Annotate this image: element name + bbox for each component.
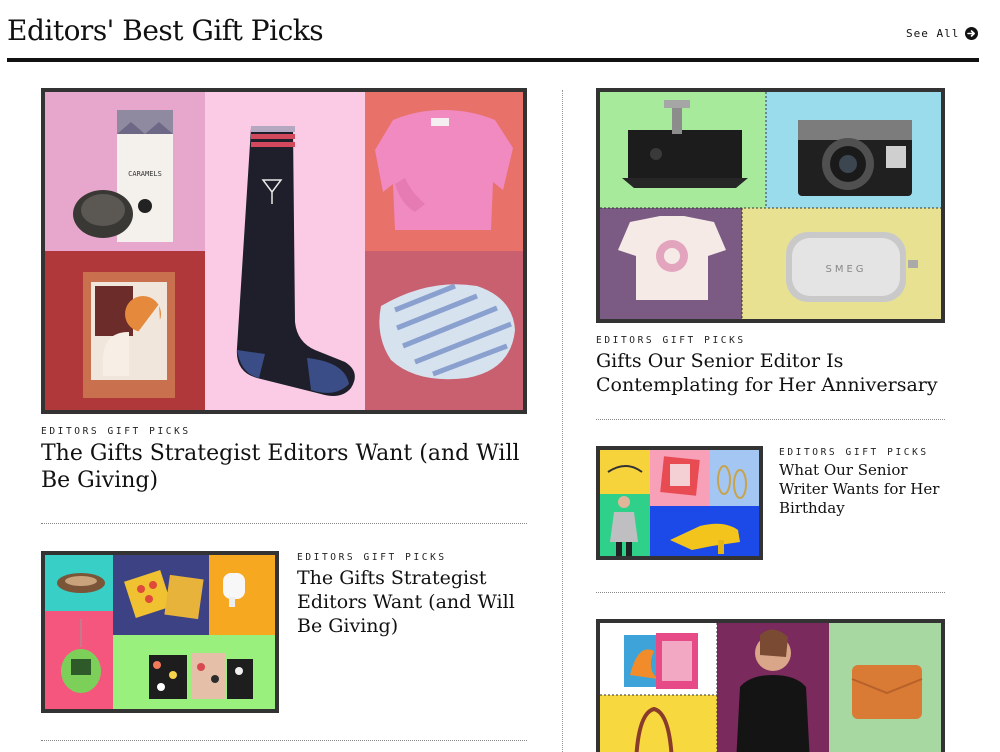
feature-image[interactable]: SMEG [596,88,945,323]
article-headline[interactable]: The Gifts Strategist Editors Want (and W… [297,566,527,638]
article-separator [596,592,945,593]
article-thumbnail[interactable] [596,446,763,560]
column-divider [562,90,563,752]
article-separator [596,419,945,420]
gift-collage-image [600,450,759,556]
gift-collage-image: SMEG [600,92,941,319]
caramels-label: CARAMELS [128,170,162,178]
article-headline[interactable]: The Gifts Strategist Editors Want (and W… [41,440,526,494]
feature-image[interactable]: CARAMELS [41,88,527,414]
article-separator [41,523,527,524]
article-kicker: EDITORS GIFT PICKS [779,447,929,458]
toaster-brand: SMEG [825,264,866,275]
see-all-link[interactable]: See All [906,27,979,40]
article-thumbnail[interactable] [41,551,279,713]
section-title-rule [7,58,979,62]
article-kicker: EDITORS GIFT PICKS [41,426,191,437]
see-all-label: See All [906,27,960,40]
gift-collage-image [600,623,941,752]
article-kicker: EDITORS GIFT PICKS [596,335,746,346]
gift-collage-image: CARAMELS [45,92,523,410]
gift-collage-image [45,555,275,709]
section-title: Editors' Best Gift Picks [7,14,324,47]
feature-image[interactable] [596,619,945,752]
article-headline[interactable]: Gifts Our Senior Editor Is Contemplating… [596,349,941,397]
article-kicker: EDITORS GIFT PICKS [297,552,447,563]
article-headline[interactable]: What Our Senior Writer Wants for Her Bir… [779,461,941,518]
arrow-right-circle-icon [965,27,979,40]
article-separator [41,740,527,741]
